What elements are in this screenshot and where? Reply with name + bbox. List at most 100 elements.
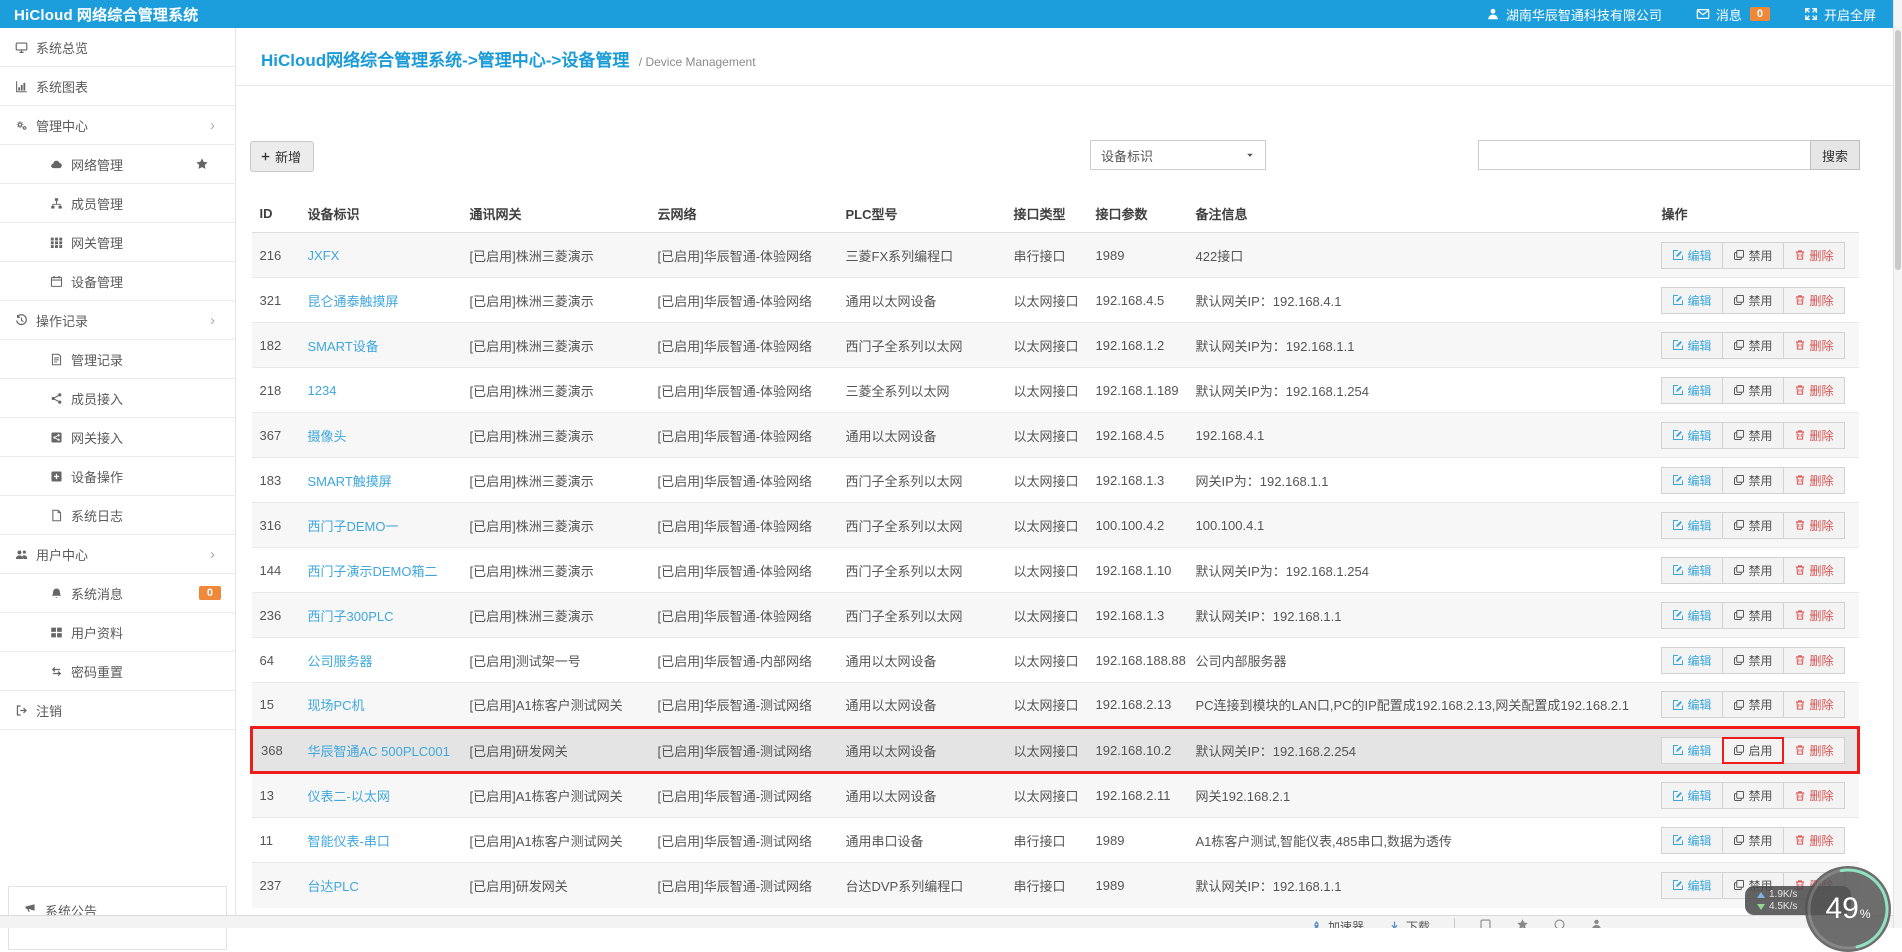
sidebar-item-member-management[interactable]: 成员管理	[0, 184, 235, 223]
sidebar-item-logout[interactable]: 注销	[0, 691, 235, 730]
disable-button[interactable]: 禁用	[1722, 377, 1784, 404]
sidebar-item-gateway-management[interactable]: 网关管理	[0, 223, 235, 262]
edit-button[interactable]: 编辑	[1661, 512, 1723, 539]
sidebar-item-system-overview[interactable]: 系统总览	[0, 28, 235, 67]
browser-bar-icon[interactable]	[1479, 918, 1492, 928]
edit-button[interactable]: 编辑	[1661, 691, 1723, 718]
sidebar-item-system-announcement[interactable]: 系统公告	[9, 887, 226, 939]
scrollbar-thumb[interactable]	[1895, 30, 1901, 270]
disable-button[interactable]: 禁用	[1722, 512, 1784, 539]
device-link[interactable]: 公司服务器	[308, 654, 373, 669]
delete-button[interactable]: 删除	[1783, 647, 1845, 674]
edit-button[interactable]: 编辑	[1661, 737, 1723, 764]
delete-button[interactable]: 删除	[1783, 557, 1845, 584]
disable-button[interactable]: 禁用	[1722, 647, 1784, 674]
device-link[interactable]: 华辰智通AC 500PLC001	[308, 744, 450, 759]
device-link[interactable]: 台达PLC	[308, 879, 359, 894]
browser-bar-icon[interactable]	[1553, 918, 1566, 928]
resource-percent-overlay[interactable]: 49 %	[1805, 866, 1891, 952]
browser-bar-icon[interactable]	[1590, 918, 1603, 928]
disable-button[interactable]: 禁用	[1722, 422, 1784, 449]
disable-button[interactable]: 禁用	[1722, 287, 1784, 314]
device-link[interactable]: 1234	[308, 383, 337, 398]
edit-button[interactable]: 编辑	[1661, 377, 1723, 404]
sidebar-item-system-charts[interactable]: 系统图表	[0, 67, 235, 106]
delete-button[interactable]: 删除	[1783, 782, 1845, 809]
sidebar-item-gateway-access[interactable]: 网关接入	[0, 418, 235, 457]
messages-menu[interactable]: 消息 0	[1696, 5, 1770, 24]
sidebar-item-system-logs[interactable]: 系统日志	[0, 496, 235, 535]
edit-button[interactable]: 编辑	[1661, 332, 1723, 359]
sidebar-item-management-records[interactable]: 管理记录	[0, 340, 235, 379]
filter-select[interactable]: 设备标识	[1090, 140, 1266, 170]
disable-button[interactable]: 禁用	[1722, 467, 1784, 494]
search-button[interactable]: 搜索	[1810, 140, 1860, 170]
delete-button[interactable]: 删除	[1783, 467, 1845, 494]
sidebar-item-network-management[interactable]: 网络管理	[0, 145, 235, 184]
col-cloud-network: 云网络	[650, 194, 838, 233]
device-link[interactable]: 西门子DEMO一	[308, 519, 399, 534]
edit-button[interactable]: 编辑	[1661, 782, 1723, 809]
edit-button[interactable]: 编辑	[1661, 467, 1723, 494]
sidebar-item-device-management[interactable]: 设备管理	[0, 262, 235, 301]
edit-button[interactable]: 编辑	[1661, 287, 1723, 314]
disable-button[interactable]: 禁用	[1722, 332, 1784, 359]
edit-button[interactable]: 编辑	[1661, 242, 1723, 269]
edit-button[interactable]: 编辑	[1661, 827, 1723, 854]
delete-button[interactable]: 删除	[1783, 377, 1845, 404]
table-row: 64公司服务器[已启用]测试架一号[已启用]华辰智通-内部网络通用以太网设备以太…	[252, 638, 1859, 683]
sidebar-item-device-operation[interactable]: 设备操作	[0, 457, 235, 496]
disable-button[interactable]: 禁用	[1722, 827, 1784, 854]
sidebar-item-user-profile[interactable]: 用户资料	[0, 613, 235, 652]
delete-button[interactable]: 删除	[1783, 422, 1845, 449]
scrollbar[interactable]	[1893, 0, 1902, 928]
add-button[interactable]: 新增	[250, 141, 314, 172]
device-link[interactable]: 西门子300PLC	[308, 609, 394, 624]
device-link[interactable]: 昆仑通泰触摸屏	[308, 294, 399, 309]
delete-button[interactable]: 删除	[1783, 602, 1845, 629]
disable-button[interactable]: 禁用	[1722, 691, 1784, 718]
account-menu[interactable]: 湖南华辰智通科技有限公司	[1486, 5, 1662, 24]
edit-button[interactable]: 编辑	[1661, 422, 1723, 449]
fullscreen-icon	[1804, 7, 1818, 21]
device-link[interactable]: 现场PC机	[308, 698, 365, 713]
disable-button[interactable]: 禁用	[1722, 557, 1784, 584]
toggle-icon	[1733, 790, 1745, 802]
sidebar-item-management-center[interactable]: 管理中心›	[0, 106, 235, 145]
delete-button[interactable]: 删除	[1783, 512, 1845, 539]
col-plc-model: PLC型号	[838, 194, 1006, 233]
delete-button[interactable]: 删除	[1783, 737, 1845, 764]
browser-bar-icon[interactable]	[1516, 918, 1529, 928]
disable-button[interactable]: 禁用	[1722, 602, 1784, 629]
desktop-icon	[15, 41, 28, 54]
sidebar-item-member-access[interactable]: 成员接入	[0, 379, 235, 418]
enable-button[interactable]: 启用	[1722, 737, 1784, 764]
disable-button[interactable]: 禁用	[1722, 242, 1784, 269]
edit-button[interactable]: 编辑	[1661, 557, 1723, 584]
edit-button[interactable]: 编辑	[1661, 647, 1723, 674]
device-link[interactable]: SMART设备	[308, 339, 379, 354]
search-input[interactable]	[1478, 140, 1810, 170]
device-link[interactable]: 摄像头	[308, 429, 347, 444]
sidebar-item-system-messages[interactable]: 系统消息0	[0, 574, 235, 613]
sidebar-item-user-center[interactable]: 用户中心›	[0, 535, 235, 574]
download-button[interactable]: 下载	[1388, 918, 1430, 928]
cloud-network-cell: [已启用]华辰智通-测试网络	[650, 863, 838, 908]
accelerator-button[interactable]: 加速器	[1310, 918, 1364, 928]
device-link[interactable]: JXFX	[308, 248, 340, 263]
device-link[interactable]: 仪表二-以太网	[308, 789, 390, 804]
fullscreen-button[interactable]: 开启全屏	[1804, 5, 1876, 24]
delete-button[interactable]: 删除	[1783, 827, 1845, 854]
edit-button[interactable]: 编辑	[1661, 872, 1723, 899]
sidebar-item-operation-records[interactable]: 操作记录›	[0, 301, 235, 340]
edit-button[interactable]: 编辑	[1661, 602, 1723, 629]
device-link[interactable]: 智能仪表-串口	[308, 834, 390, 849]
delete-button[interactable]: 删除	[1783, 242, 1845, 269]
delete-button[interactable]: 删除	[1783, 287, 1845, 314]
disable-button[interactable]: 禁用	[1722, 782, 1784, 809]
delete-button[interactable]: 删除	[1783, 691, 1845, 718]
device-link[interactable]: SMART触摸屏	[308, 474, 392, 489]
delete-button[interactable]: 删除	[1783, 332, 1845, 359]
device-link[interactable]: 西门子演示DEMO箱二	[308, 564, 438, 579]
sidebar-item-password-reset[interactable]: 密码重置	[0, 652, 235, 691]
